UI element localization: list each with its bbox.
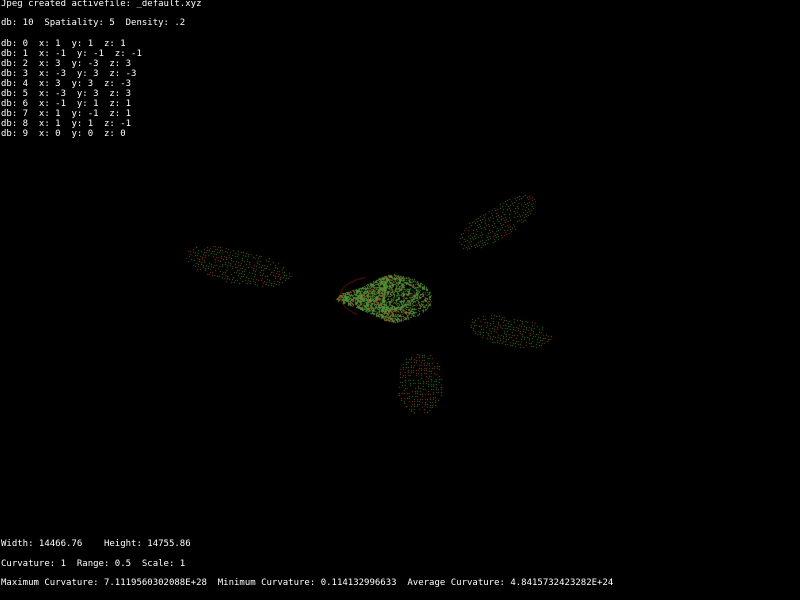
db-entry-row: db: 3 x: -3 y: 3 z: -3: [1, 69, 137, 79]
db-entry-row: db: 2 x: 3 y: -3 z: 3: [1, 59, 132, 69]
db-entry-row: db: 9 x: 0 y: 0 z: 0: [1, 129, 126, 139]
db-entry-row: db: 4 x: 3 y: 3 z: -3: [1, 79, 132, 89]
db-entry-row: db: 6 x: -1 y: 1 z: 1: [1, 99, 132, 109]
curvature-stats-text: Maximum Curvature: 7.1119560302088E+28 M…: [1, 578, 614, 588]
dimensions-text: Width: 14466.76 Height: 14755.86: [1, 539, 191, 549]
db-entry-row: db: 1 x: -1 y: -1 z: -1: [1, 49, 142, 59]
render-viewport: Jpeg created activefile: _default.xyz db…: [0, 0, 800, 600]
db-list: db: 0 x: 1 y: 1 z: 1 db: 1 x: -1 y: -1 z:…: [1, 39, 142, 139]
db-entry-row: db: 5 x: -3 y: 3 z: 3: [1, 89, 132, 99]
db-entry-row: db: 7 x: 1 y: -1 z: 1: [1, 109, 132, 119]
db-entry-row: db: 8 x: 1 y: 1 z: -1: [1, 119, 132, 129]
db-entry-row: db: 0 x: 1 y: 1 z: 1: [1, 39, 126, 49]
parameters-text: db: 10 Spatiality: 5 Density: .2: [1, 18, 186, 28]
status-text: Jpeg created activefile: _default.xyz: [1, 0, 202, 9]
settings-text: Curvature: 1 Range: 0.5 Scale: 1: [1, 559, 186, 569]
